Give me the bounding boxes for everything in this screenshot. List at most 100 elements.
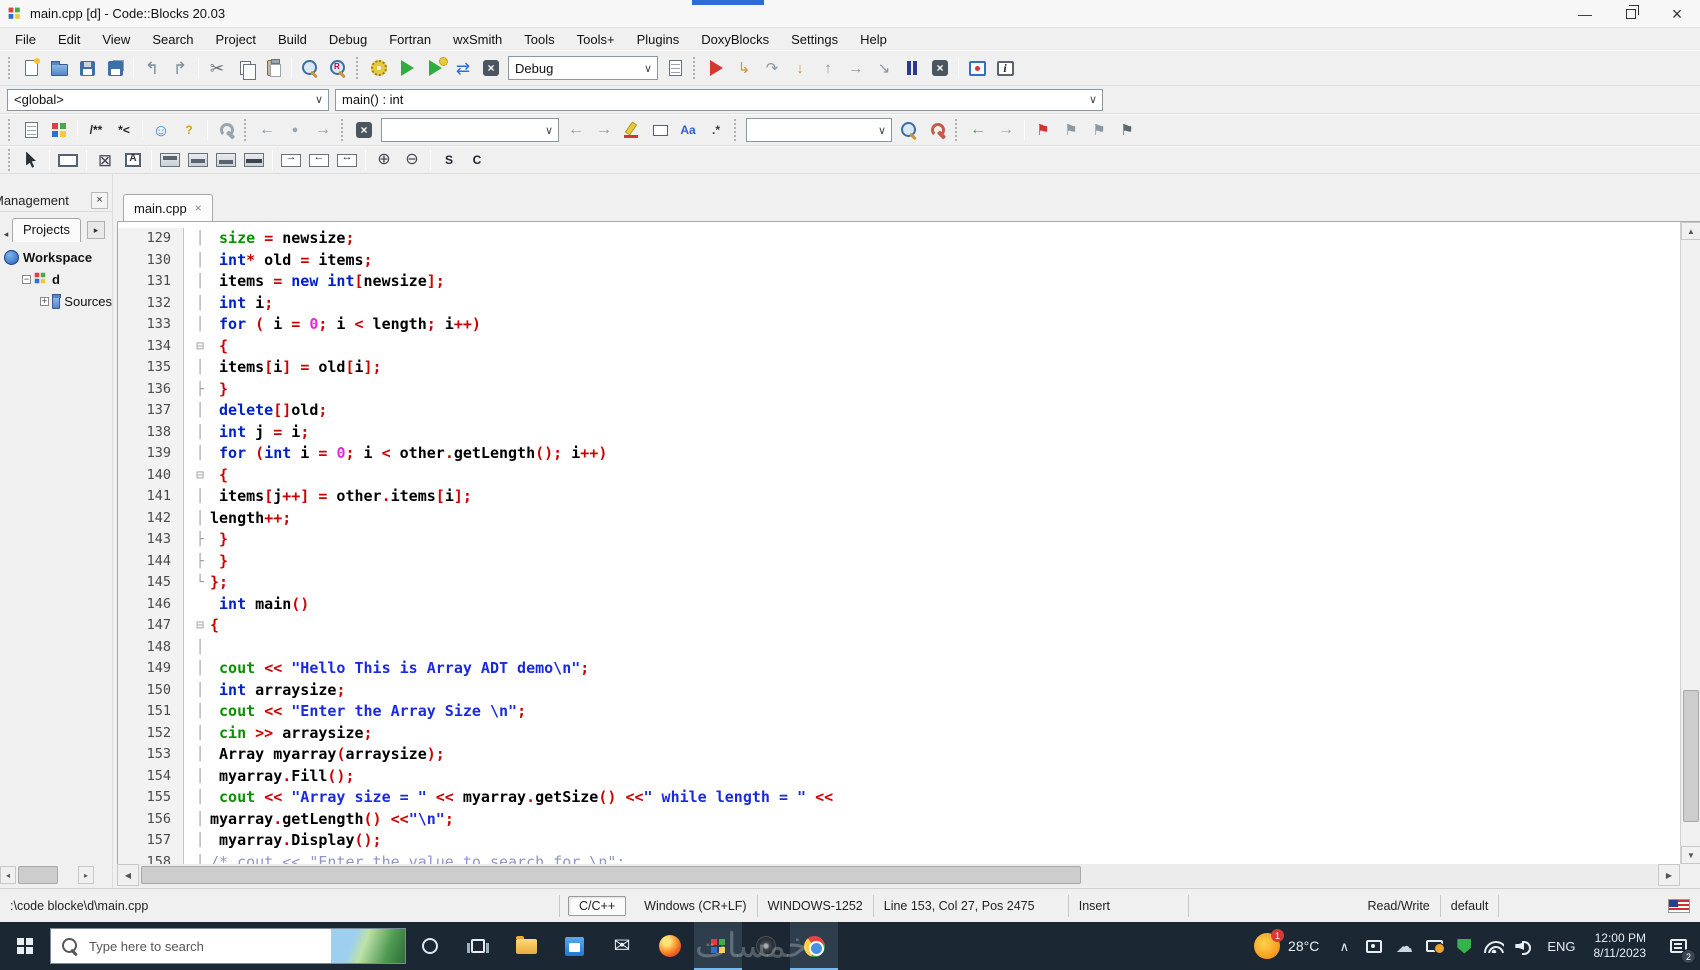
menu-debug[interactable]: Debug [318, 30, 378, 49]
menu-edit[interactable]: Edit [47, 30, 91, 49]
fold-margin[interactable]: ⊟ [192, 465, 208, 487]
abort-build-button[interactable] [478, 55, 504, 81]
menu-wxsmith[interactable]: wxSmith [442, 30, 513, 49]
jump-forward-button[interactable]: → [993, 117, 1019, 143]
teams-button[interactable] [1359, 922, 1389, 970]
code-line[interactable]: 145 └}; [118, 572, 1680, 594]
weather-widget[interactable]: 1 28°C [1244, 929, 1329, 959]
expand-icon[interactable]: + [40, 296, 49, 306]
close-button[interactable]: × [1654, 0, 1700, 28]
doxy-help-button[interactable]: ? [176, 117, 202, 143]
disk-button[interactable] [742, 922, 790, 970]
tab-main-cpp[interactable]: main.cpp × [123, 194, 213, 221]
search-highlight-photo[interactable] [331, 929, 405, 963]
rebuild-button[interactable]: ⇄ [450, 55, 476, 81]
fold-margin[interactable]: ⊟ [192, 615, 208, 637]
cast-button[interactable] [1419, 922, 1449, 970]
cortana-button[interactable] [406, 922, 454, 970]
action-center-button[interactable]: 2 [1656, 922, 1700, 970]
code-line[interactable]: 138 │ int j = i; [118, 421, 1680, 443]
start-button[interactable] [0, 922, 50, 970]
task-view-button[interactable] [454, 922, 502, 970]
match-case-button[interactable]: Aa [675, 117, 701, 143]
code-line[interactable]: 136 ├ } [118, 378, 1680, 400]
code-line[interactable]: 150 │ int arraysize; [118, 679, 1680, 701]
select-target-button[interactable] [647, 117, 673, 143]
clear-bookmarks-button[interactable]: ⚑ [1114, 117, 1140, 143]
tree-item-sources[interactable]: + Sources [0, 290, 112, 312]
code-line[interactable]: 131 │ items = new int[newsize]; [118, 271, 1680, 293]
network-button[interactable] [1479, 922, 1509, 970]
next-line-button[interactable]: ↷ [759, 55, 785, 81]
onedrive-button[interactable]: ☁ [1389, 922, 1419, 970]
code-line[interactable]: 132 │ int i; [118, 292, 1680, 314]
scope-select[interactable]: <global> ∨ [7, 88, 329, 111]
incremental-search-input[interactable]: ∨ [381, 118, 559, 142]
code-line[interactable]: 134 ⊟ { [118, 335, 1680, 357]
tab-scroll-left-icon[interactable]: ◂ [0, 226, 12, 242]
volume-button[interactable] [1509, 922, 1539, 970]
menu-fortran[interactable]: Fortran [378, 30, 442, 49]
restore-button[interactable] [1608, 0, 1654, 28]
vscroll-thumb[interactable] [1683, 690, 1699, 822]
panel-close-icon[interactable]: × [91, 192, 108, 209]
taskbar-search-input[interactable]: Type here to search [50, 928, 406, 964]
code-line[interactable]: 154 │ myarray.Fill(); [118, 765, 1680, 787]
code-line[interactable]: 149 │ cout << "Hello This is Array ADT de… [118, 658, 1680, 680]
menu-help[interactable]: Help [849, 30, 898, 49]
align-bottom-button[interactable] [213, 147, 239, 173]
doxy-view-chm-button[interactable]: ☺ [148, 117, 174, 143]
goto-prev-change-button[interactable]: ← [254, 117, 280, 143]
code-line[interactable]: 140 ⊟ { [118, 464, 1680, 487]
tab-scroll-right-icon[interactable]: ▸ [86, 221, 105, 239]
sizer-tool-button[interactable]: ⊠ [92, 147, 118, 173]
code-line[interactable]: 135 │ items[i] = old[i]; [118, 357, 1680, 379]
menu-plugins[interactable]: Plugins [626, 30, 691, 49]
find-options-button[interactable] [924, 117, 950, 143]
new-file-button[interactable] [18, 55, 44, 81]
scroll-right-icon[interactable]: ▸ [78, 866, 94, 884]
text-tool-button[interactable] [120, 147, 146, 173]
build-button[interactable] [366, 55, 392, 81]
clock[interactable]: 12:00 PM 8/11/2023 [1584, 931, 1657, 961]
step-into-instruction-button[interactable]: ↘ [871, 55, 897, 81]
code-line[interactable]: 146 int main() [118, 593, 1680, 615]
debug-continue-button[interactable] [703, 55, 729, 81]
search-next-button[interactable]: → [591, 117, 617, 143]
panel-hscrollbar[interactable]: ◂ ▸ [0, 864, 112, 886]
doxy-settings-button[interactable] [213, 117, 239, 143]
clear-search-button[interactable] [351, 117, 377, 143]
tab-projects[interactable]: Projects [12, 218, 81, 242]
code-line[interactable]: 143 ├ } [118, 529, 1680, 551]
code-line[interactable]: 148 │ [118, 636, 1680, 658]
code-line[interactable]: 152 │ cin >> arraysize; [118, 722, 1680, 744]
menu-project[interactable]: Project [205, 30, 267, 49]
mail-button[interactable]: ✉ [598, 922, 646, 970]
class-preview-button[interactable]: C [464, 147, 490, 173]
cut-button[interactable]: ✂ [204, 55, 230, 81]
current-line-marker-button[interactable]: ● [282, 117, 308, 143]
code-line[interactable]: 155 │ cout << "Array size = " << myarray.… [118, 787, 1680, 809]
menu-file[interactable]: File [4, 30, 47, 49]
zoom-out-button[interactable]: ⊖ [399, 147, 425, 173]
next-bookmark-button[interactable]: ⚑ [1086, 117, 1112, 143]
step-into-button[interactable]: ↓ [787, 55, 813, 81]
hscroll-thumb[interactable] [141, 866, 1081, 884]
menu-build[interactable]: Build [267, 30, 318, 49]
language-indicator[interactable]: ENG [1539, 939, 1583, 954]
build-target-select[interactable]: Debug ∨ [508, 56, 658, 80]
prev-bookmark-button[interactable]: ⚑ [1058, 117, 1084, 143]
stop-debugger-button[interactable] [927, 55, 953, 81]
shrink-horizontal-button[interactable]: ← [306, 147, 332, 173]
pointer-tool-button[interactable] [18, 147, 44, 173]
code-line[interactable]: 156 │ myarray.getLength() <<"\n"; [118, 808, 1680, 830]
save-button[interactable] [74, 55, 100, 81]
code-line[interactable]: 142 │ length++; [118, 507, 1680, 529]
redo-button[interactable]: ↱ [167, 55, 193, 81]
tree-item-workspace[interactable]: Workspace [0, 246, 112, 268]
align-top-button[interactable] [157, 147, 183, 173]
scroll-left-icon[interactable]: ◂ [0, 866, 16, 884]
stretch-horizontal-button[interactable]: ↔ [334, 147, 360, 173]
next-instruction-button[interactable]: → [843, 55, 869, 81]
code-editor[interactable]: 129 │ size = newsize; 130 │ int* old = item… [117, 222, 1680, 864]
